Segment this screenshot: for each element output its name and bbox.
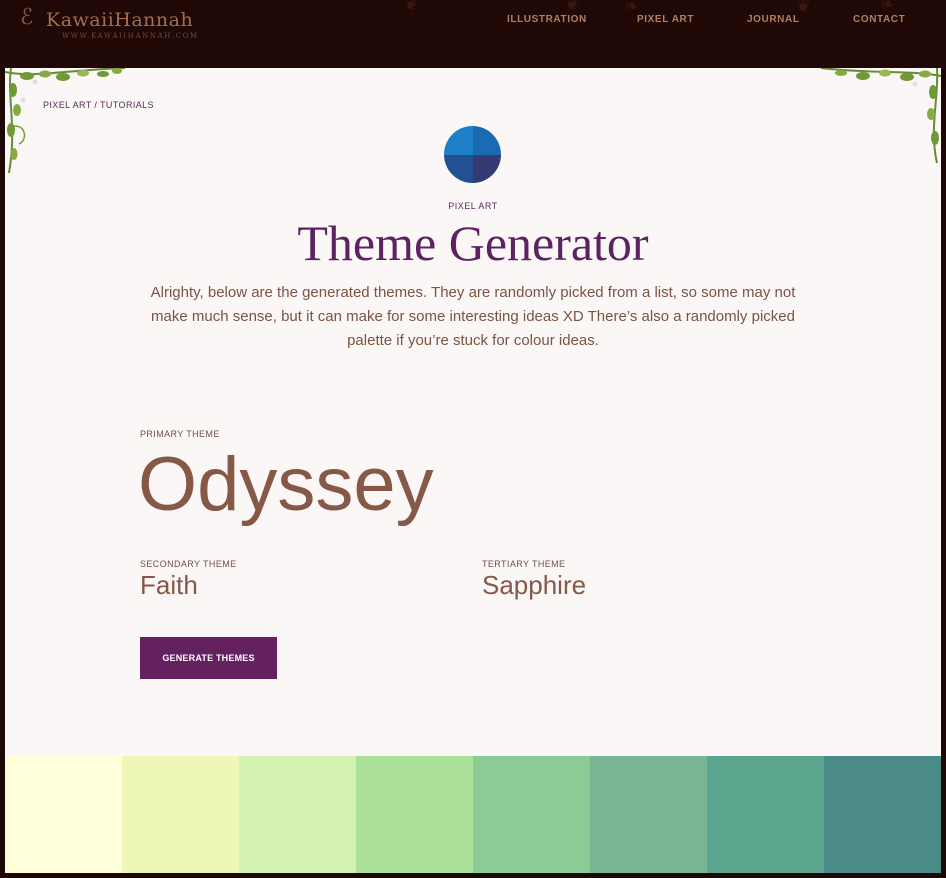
header-ornament-icon: ❦	[404, 0, 420, 15]
palette-swatch	[5, 756, 122, 873]
breadcrumb: PIXEL ART / TUTORIALS	[43, 100, 154, 110]
logo-url: WWW.KAWAIIHANNAH.COM	[62, 32, 199, 40]
secondary-theme-value: Faith	[140, 570, 198, 600]
nav-journal[interactable]: JOURNAL	[747, 14, 800, 25]
ball-quadrant	[472, 126, 501, 155]
palette-swatch	[824, 756, 941, 873]
primary-theme-value: Odyssey	[138, 442, 434, 527]
intro-text: Alrighty, below are the generated themes…	[150, 284, 796, 349]
vine-decoration-right-icon	[820, 68, 941, 164]
ball-quadrant	[444, 154, 473, 183]
header-ornament-icon: ❦	[565, 0, 581, 15]
vine-decoration-left-icon	[5, 68, 126, 174]
generate-themes-button[interactable]: GENERATE THEMES	[140, 637, 277, 679]
breadcrumb-pixel-art[interactable]: PIXEL ART	[43, 100, 91, 110]
main-nav: ILLUSTRATION PIXEL ART JOURNAL CONTACT	[0, 14, 946, 28]
tertiary-theme-label: TERTIARY THEME	[482, 559, 566, 569]
breadcrumb-tutorials[interactable]: TUTORIALS	[100, 100, 154, 110]
palette-swatch	[239, 756, 356, 873]
nav-illustration[interactable]: ILLUSTRATION	[507, 14, 587, 25]
palette-swatch	[590, 756, 707, 873]
palette-swatch	[122, 756, 239, 873]
nav-contact[interactable]: CONTACT	[853, 14, 905, 25]
ball-quadrant	[444, 126, 473, 155]
page-title: Theme Generator	[297, 215, 649, 271]
site-header: ❦ ❦ ❧ ❦ ❧ ℰ KawaiiHannah WWW.KAWAIIHANNA…	[0, 0, 946, 68]
palette-swatch	[356, 756, 473, 873]
palette-swatch	[473, 756, 590, 873]
colour-palette	[5, 756, 941, 873]
post-category[interactable]: PIXEL ART	[5, 201, 941, 211]
primary-theme-label: PRIMARY THEME	[140, 429, 220, 439]
breadcrumb-separator: /	[91, 100, 101, 110]
tertiary-theme-value: Sapphire	[482, 570, 587, 600]
main-content: PIXEL ART / TUTORIALS PIXEL ART Theme Ge…	[5, 68, 941, 873]
secondary-theme-label: SECONDARY THEME	[140, 559, 237, 569]
pixel-art-ball-icon	[444, 126, 501, 183]
header-ornament-icon: ❧	[880, 0, 896, 15]
palette-swatch	[707, 756, 824, 873]
nav-pixel-art[interactable]: PIXEL ART	[637, 14, 694, 25]
ball-quadrant	[472, 154, 501, 183]
